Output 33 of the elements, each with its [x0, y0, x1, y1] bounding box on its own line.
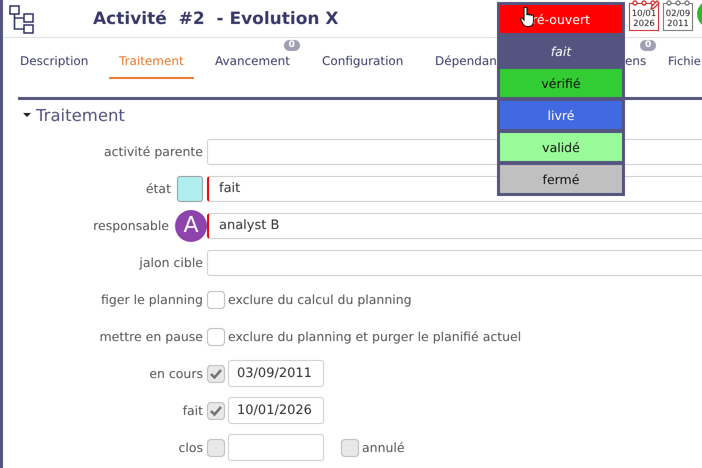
calendar-date[interactable]: 10/01 2026 — [629, 0, 660, 31]
count-badge: 0 — [284, 40, 300, 51]
tab[interactable]: Avancement 0 — [205, 39, 300, 79]
checkbox-label: exclure du planning et purger le planifié actuel — [228, 329, 522, 344]
field-label: activité parente — [104, 144, 203, 159]
count-badge: 0 — [640, 40, 656, 51]
field-label: mettre en pause — [99, 329, 203, 344]
field-label: fait — [182, 403, 203, 418]
tab[interactable]: Configuration — [312, 39, 414, 79]
page-title: Activité #2 - Evolution X — [93, 8, 339, 28]
checkbox[interactable] — [207, 290, 225, 308]
tab[interactable]: Fichie — [660, 39, 701, 79]
field-label: en cours — [149, 366, 203, 381]
calendar-date[interactable]: 02/09 2011 — [663, 0, 694, 31]
field-label: responsable — [93, 218, 169, 233]
status-option[interactable]: validé — [500, 133, 622, 161]
date-field[interactable] — [228, 434, 324, 461]
checkbox-label: annulé — [362, 440, 405, 455]
input-field[interactable]: analyst B — [207, 212, 702, 238]
user-avatar: A — [175, 210, 207, 242]
collapse-arrow-icon[interactable] — [23, 112, 31, 118]
field-label: clos — [178, 440, 203, 455]
status-option[interactable]: fermé — [500, 165, 622, 193]
input-field[interactable] — [207, 250, 702, 276]
field-label: figer le planning — [101, 292, 203, 307]
checkbox[interactable] — [207, 328, 225, 346]
status-option[interactable]: livré — [500, 101, 622, 129]
field-label: état — [146, 181, 171, 196]
section-title: Traitement — [36, 106, 125, 124]
status-option[interactable]: vérifié — [500, 69, 622, 97]
tab[interactable]: Description — [10, 39, 98, 79]
field-label: jalon cible — [139, 255, 203, 270]
checkbox-label: exclure du calcul du planning — [228, 292, 412, 307]
